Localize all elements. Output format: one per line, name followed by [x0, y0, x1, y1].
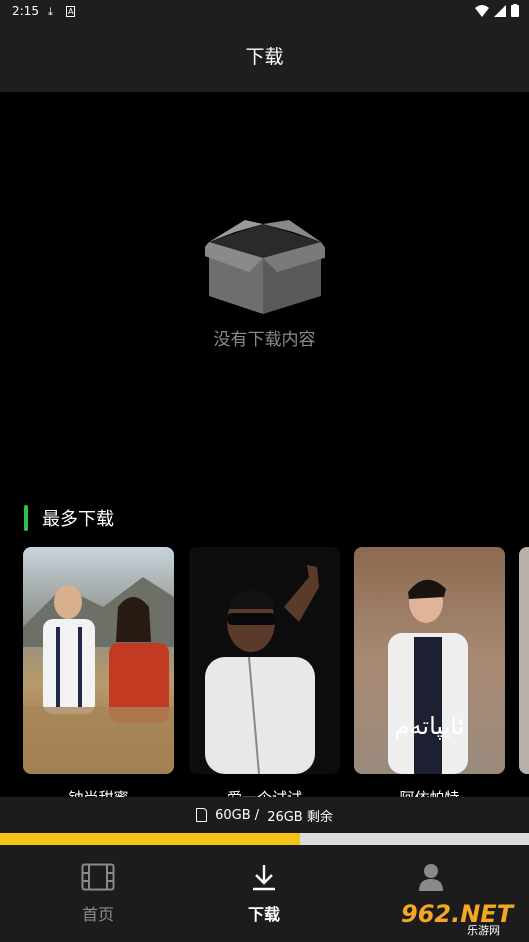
tab-download[interactable]: 下载: [214, 863, 314, 925]
empty-state: 没有下载内容: [0, 220, 529, 350]
video-card[interactable]: 钟尚甜蜜: [23, 547, 174, 797]
video-overlay-text: ئايپاتەم: [394, 712, 465, 740]
video-title: 钟尚甜蜜: [23, 787, 174, 797]
tab-home-label: 首页: [81, 905, 114, 924]
storage-info: 60GB / 26GB 剩余: [0, 797, 529, 833]
most-downloaded-header: 最多下载: [24, 505, 114, 531]
app-header: 下载: [0, 24, 529, 92]
sd-card-icon: [196, 808, 208, 822]
most-downloaded-list: 钟尚甜蜜 爱一个试试: [23, 547, 529, 797]
status-bar: 2:15 ⤓ A: [0, 0, 529, 24]
watermark-sub: 乐游网: [467, 924, 500, 937]
video-thumbnail[interactable]: ئايپاتەم: [354, 547, 505, 774]
video-title: 爱一个试试: [189, 787, 340, 797]
video-thumbnail[interactable]: [189, 547, 340, 774]
wifi-icon: [475, 4, 489, 17]
battery-icon: [511, 4, 519, 17]
person-icon: [419, 864, 443, 891]
status-icons: [475, 4, 519, 17]
empty-message: 没有下载内容: [213, 330, 316, 350]
watermark-logo: 962.NET 乐游网: [397, 890, 521, 938]
tab-download-label: 下载: [247, 905, 280, 924]
video-thumbnail[interactable]: [23, 547, 174, 774]
storage-total: 60GB /: [215, 807, 260, 823]
video-thumbnail[interactable]: [519, 547, 529, 774]
video-title: 阿依帕特: [354, 787, 505, 797]
storage-remaining: 26GB 剩余: [267, 809, 333, 825]
section-accent-bar: [24, 505, 28, 531]
download-icon: [253, 865, 275, 891]
video-card[interactable]: ئايپاتەم 阿依帕特: [354, 547, 505, 797]
storage-progress-bar: [0, 833, 529, 845]
signal-icon: [494, 4, 506, 17]
section-title: 最多下载: [42, 509, 114, 530]
empty-box-icon: [204, 220, 325, 314]
video-card[interactable]: 爱一个试试: [189, 547, 340, 797]
film-icon: [81, 863, 115, 891]
status-time: 2:15: [12, 4, 39, 18]
download-notification-icon: ⤓: [48, 5, 53, 18]
video-card[interactable]: [519, 547, 529, 774]
tab-home[interactable]: 首页: [48, 863, 148, 925]
app-notification-icon: A: [66, 6, 76, 17]
storage-progress-fill: [0, 833, 300, 845]
page-title: 下载: [245, 46, 284, 68]
